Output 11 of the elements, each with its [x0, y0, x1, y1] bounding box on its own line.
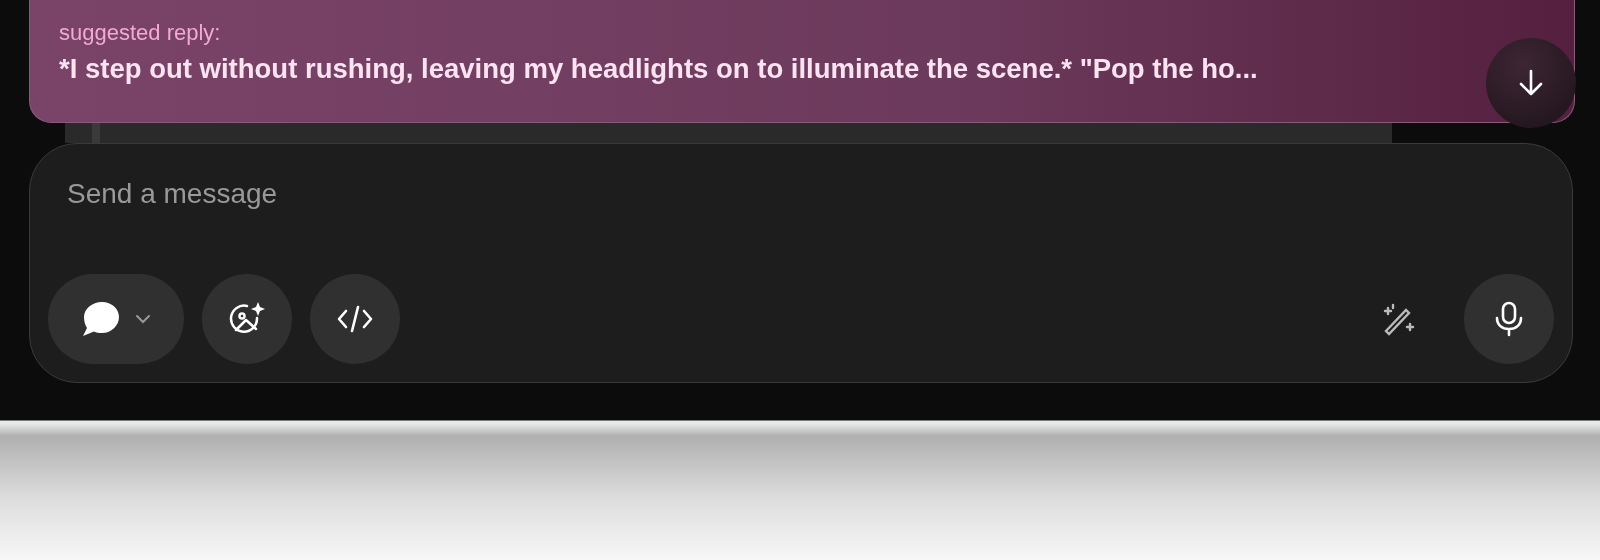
speech-bubble-icon [81, 300, 121, 338]
chevron-down-icon [135, 314, 151, 324]
code-icon [336, 304, 374, 334]
arrow-down-icon [1518, 69, 1544, 97]
microphone-icon [1494, 301, 1524, 337]
suggestion-text: *I step out without rushing, leaving my headlights on to illuminate the scene.* "Pop the ho... [59, 53, 1258, 85]
suggestion-banner[interactable]: suggested reply: *I step out without rushing, leaving my headlights on to illuminate the scene.* "Pop the ho... [29, 0, 1575, 123]
suggestion-label: suggested reply: [59, 20, 221, 46]
magic-wand-icon [1382, 302, 1416, 336]
message-field[interactable]: Send a message [48, 174, 967, 214]
magic-wand-button[interactable] [1382, 302, 1416, 336]
